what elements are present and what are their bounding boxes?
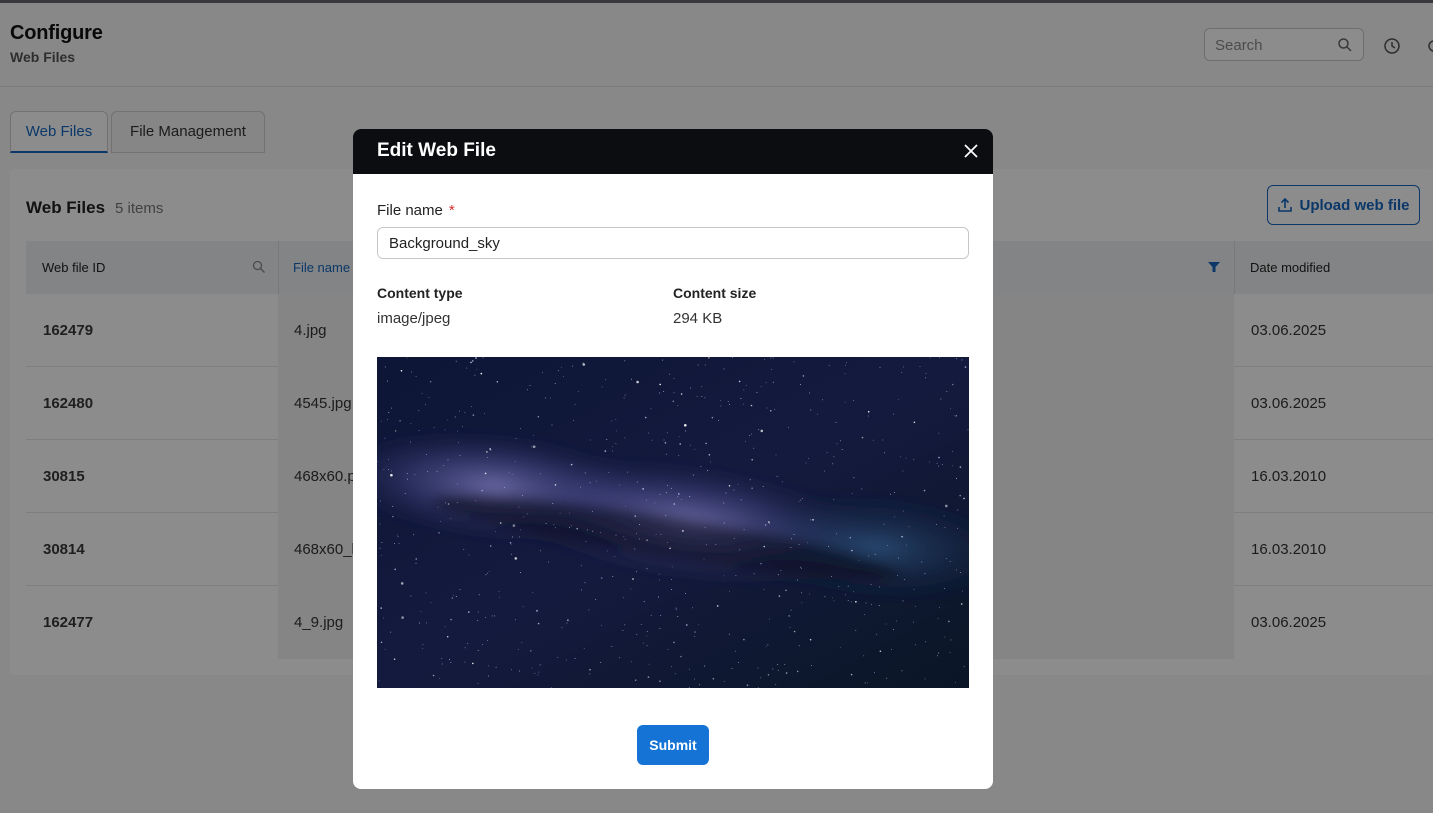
required-marker: * [448, 202, 455, 219]
dialog-title: Edit Web File [377, 140, 496, 161]
dialog-header: Edit Web File [353, 129, 993, 174]
content-size-label: Content size [673, 285, 757, 301]
file-name-label: File name * [377, 202, 455, 219]
image-preview [377, 357, 969, 688]
file-name-label-text: File name [377, 202, 443, 219]
content-size-value: 294 KB [673, 310, 723, 327]
content-type-label: Content type [377, 285, 463, 301]
edit-web-file-dialog: Edit Web File File name * Content type im… [353, 129, 993, 789]
close-icon[interactable] [963, 143, 979, 159]
submit-button[interactable]: Submit [637, 725, 709, 765]
file-name-input[interactable] [377, 227, 969, 259]
content-type-value: image/jpeg [377, 310, 451, 327]
